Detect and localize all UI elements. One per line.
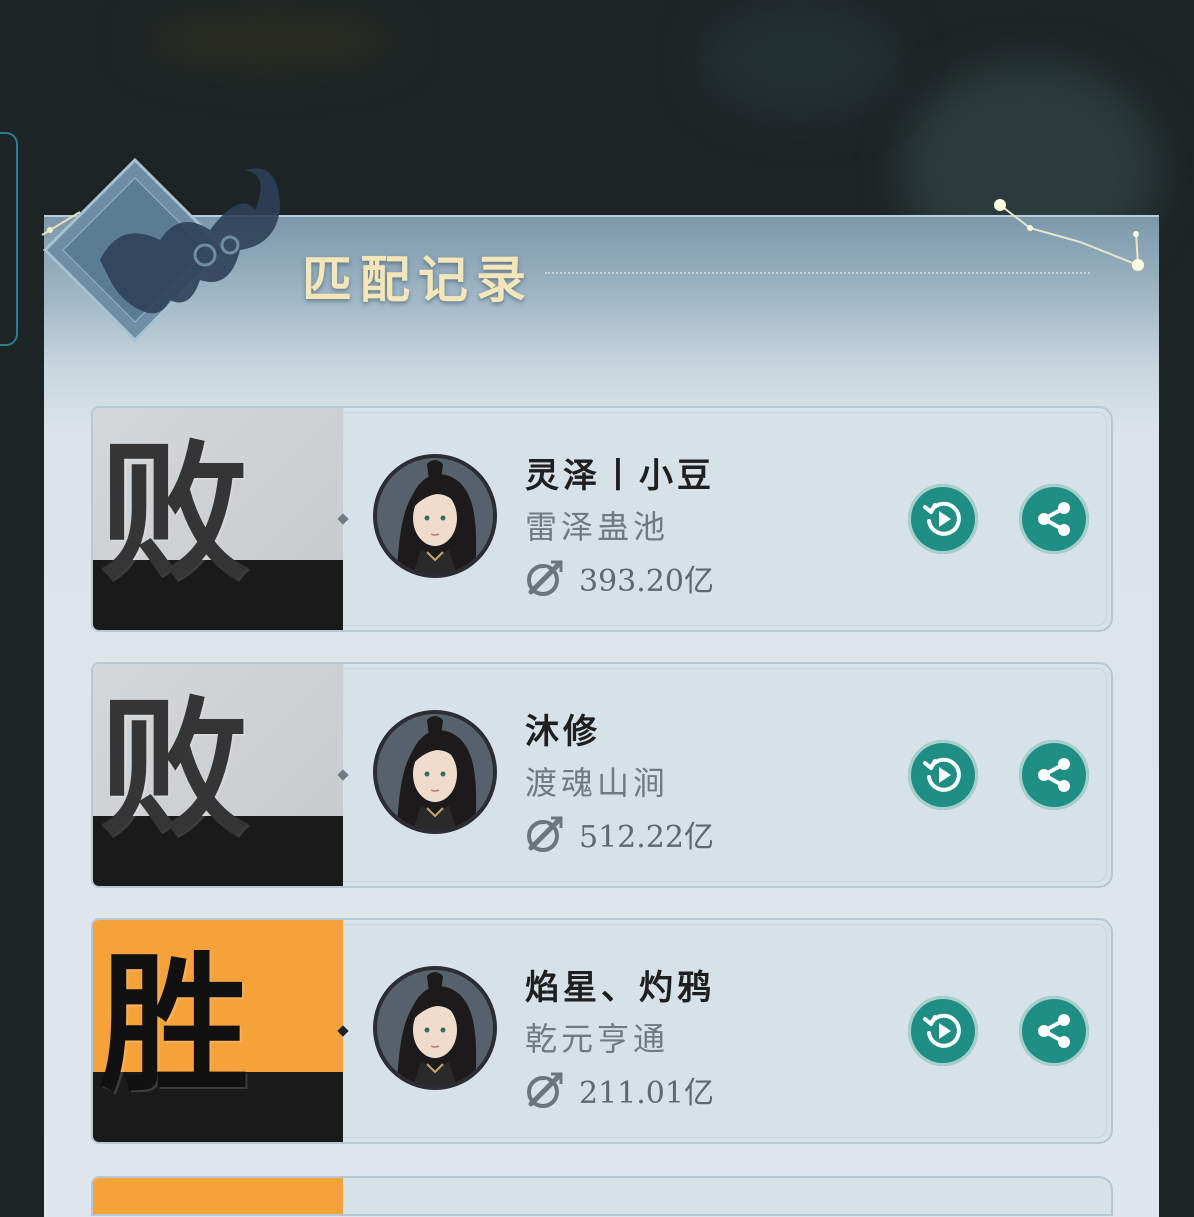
share-icon (1038, 758, 1070, 792)
match-record-row-partial[interactable] (91, 1176, 1113, 1216)
share-icon (1038, 502, 1070, 536)
match-record-row[interactable]: 败 灵泽丨小豆 雷泽蛊池 393.20亿 (91, 406, 1113, 632)
character-portrait-icon (377, 970, 493, 1086)
constellation-icon (994, 199, 1144, 271)
panel-title: 匹配记录 (302, 250, 534, 309)
result-block: 败 (93, 664, 343, 886)
player-name: 焰星、灼鸦 (525, 968, 715, 1008)
result-label: 败 (99, 425, 249, 601)
match-record-row[interactable]: 胜 焰星、灼鸦 乾元亨通 211.01亿 (91, 918, 1113, 1144)
player-name: 灵泽丨小豆 (525, 456, 715, 496)
match-record-row[interactable]: 败 沐修 渡魂山涧 512.22亿 (91, 662, 1113, 888)
side-tab[interactable] (0, 132, 18, 346)
replay-button[interactable] (908, 740, 978, 810)
result-label: 胜 (99, 937, 249, 1113)
player-name: 沐修 (525, 712, 601, 752)
replay-icon (923, 757, 961, 792)
share-icon (1038, 1014, 1070, 1048)
avatar[interactable] (373, 454, 497, 578)
power-icon (527, 560, 563, 596)
share-button[interactable] (1019, 740, 1089, 810)
share-button[interactable] (1019, 484, 1089, 554)
result-block: 胜 (93, 920, 343, 1142)
avatar[interactable] (373, 710, 497, 834)
character-portrait-icon (377, 714, 493, 830)
character-portrait-icon (377, 458, 493, 574)
server-name: 乾元亨通 (525, 1020, 670, 1058)
replay-button[interactable] (908, 484, 978, 554)
background-shape (700, 0, 900, 120)
replay-button[interactable] (908, 996, 978, 1066)
background-shape (140, 10, 400, 70)
emblem-icon (41, 157, 280, 343)
power-icon (527, 1072, 563, 1108)
power-value: 393.20亿 (579, 564, 714, 599)
share-button[interactable] (1019, 996, 1089, 1066)
result-label: 败 (99, 681, 249, 857)
avatar[interactable] (373, 966, 497, 1090)
replay-icon (923, 1013, 961, 1048)
server-name: 雷泽蛊池 (525, 508, 670, 546)
server-name: 渡魂山涧 (525, 764, 670, 802)
result-block: 败 (93, 408, 343, 630)
replay-icon (923, 501, 961, 536)
power-value: 512.22亿 (579, 820, 714, 855)
power-value: 211.01亿 (579, 1076, 714, 1111)
result-block (93, 1178, 343, 1214)
power-icon (527, 816, 563, 852)
